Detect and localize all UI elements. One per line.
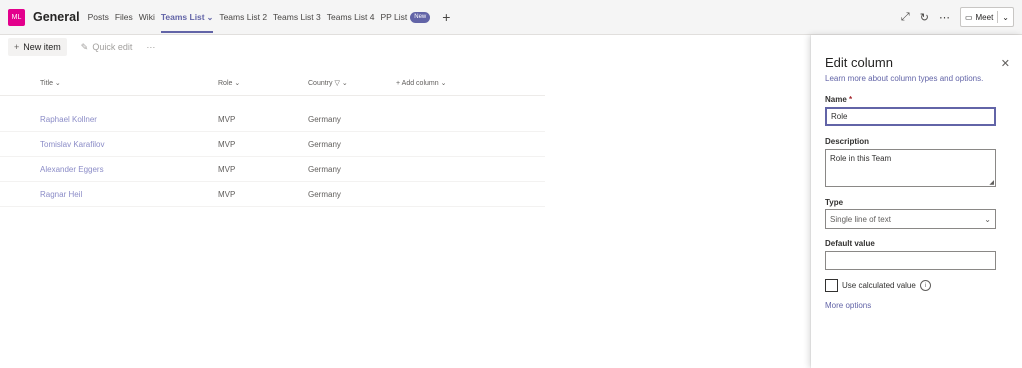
tab-teams-list-label: Teams List xyxy=(160,11,205,22)
edit-column-panel: Edit column ✕ Learn more about column ty… xyxy=(811,35,1022,368)
name-label: Name * xyxy=(825,95,852,104)
expand-icon[interactable]: ⤢ xyxy=(901,11,910,24)
quick-edit-button[interactable]: ✎ Quick edit xyxy=(81,38,133,56)
table-row[interactable]: Tomislav Karafilov MVP Germany xyxy=(0,132,545,157)
resize-handle-icon[interactable]: ◢ xyxy=(989,179,994,186)
type-label: Type xyxy=(825,198,844,207)
default-value-field[interactable] xyxy=(825,251,996,270)
chevron-down-icon[interactable]: ⌄ xyxy=(1002,13,1009,22)
column-header-country[interactable]: Country ▽ ⌄ xyxy=(308,79,348,87)
tab-pp-list[interactable]: PP List New xyxy=(380,0,431,34)
calculated-value-label: Use calculated value i xyxy=(842,280,931,291)
column-header-role[interactable]: Role ⌄ xyxy=(218,79,240,87)
add-column-label: + Add column xyxy=(396,80,439,87)
column-title-label: Title xyxy=(40,80,53,87)
chevron-down-icon: ⌄ xyxy=(440,80,447,87)
chevron-down-icon[interactable]: ⌄ xyxy=(207,13,214,22)
quick-edit-label: Quick edit xyxy=(92,42,133,52)
type-select[interactable]: Single line of text ⌄ xyxy=(825,209,996,229)
tab-teams-list-2[interactable]: Teams List 2 xyxy=(219,0,267,34)
command-bar: + New item ✎ Quick edit ⋯ xyxy=(0,35,810,59)
column-country-label: Country xyxy=(308,80,333,87)
cell-title[interactable]: Raphael Kollner xyxy=(40,115,97,124)
tab-teams-list-3[interactable]: Teams List 3 xyxy=(273,0,321,34)
chevron-down-icon: ⌄ xyxy=(984,214,991,224)
cell-country: Germany xyxy=(308,115,341,124)
cell-country: Germany xyxy=(308,140,341,149)
refresh-icon[interactable]: ↻ xyxy=(920,11,929,24)
name-field[interactable] xyxy=(825,107,996,126)
description-label: Description xyxy=(825,137,870,146)
cell-title[interactable]: Alexander Eggers xyxy=(40,165,104,174)
type-value: Single line of text xyxy=(830,214,891,224)
chevron-down-icon: ⌄ xyxy=(54,80,61,87)
new-item-label: New item xyxy=(23,42,61,52)
meet-button[interactable]: ▭ Meet ⌄ xyxy=(959,7,1014,27)
meet-divider xyxy=(997,11,999,23)
team-avatar[interactable]: ML xyxy=(8,8,25,26)
cell-title[interactable]: Ragnar Heil xyxy=(40,190,82,199)
cell-country: Germany xyxy=(308,190,341,199)
more-icon[interactable]: ⋯ xyxy=(939,11,950,24)
tab-files[interactable]: Files xyxy=(115,0,133,34)
cell-role: MVP xyxy=(218,165,236,174)
grid-header: Title ⌄ Role ⌄ Country ▽ ⌄ + Add column … xyxy=(0,73,545,96)
description-value: Role in this Team xyxy=(830,154,892,163)
new-item-button[interactable]: + New item xyxy=(8,38,67,56)
cell-country: Germany xyxy=(308,165,341,174)
tab-wiki[interactable]: Wiki xyxy=(139,0,155,34)
name-label-text: Name xyxy=(825,95,847,104)
add-column-button[interactable]: + Add column ⌄ xyxy=(396,79,446,87)
calculated-value-text: Use calculated value xyxy=(842,281,916,290)
more-options-link[interactable]: More options xyxy=(825,301,871,310)
table-row[interactable]: Alexander Eggers MVP Germany xyxy=(0,157,545,182)
list-view: + New item ✎ Quick edit ⋯ Title ⌄ Role ⌄… xyxy=(0,35,810,368)
chevron-down-icon: ⌄ xyxy=(341,80,348,87)
cell-title[interactable]: Tomislav Karafilov xyxy=(40,140,104,149)
tab-pp-list-label: PP List xyxy=(380,12,408,22)
column-header-title[interactable]: Title ⌄ xyxy=(40,79,61,87)
new-badge: New xyxy=(410,12,431,24)
cell-role: MVP xyxy=(218,115,236,124)
plus-icon: + xyxy=(14,42,20,52)
tab-teams-list-4[interactable]: Teams List 4 xyxy=(327,0,375,34)
channel-name: General xyxy=(33,10,80,24)
close-icon[interactable]: ✕ xyxy=(1001,57,1010,70)
tab-posts[interactable]: Posts xyxy=(88,0,109,34)
description-field[interactable]: Role in this Team ◢ xyxy=(825,149,996,187)
header-actions: ⤢ ↻ ⋯ ▭ Meet ⌄ xyxy=(901,7,1014,27)
chevron-down-icon: ⌄ xyxy=(234,80,241,87)
pencil-icon: ✎ xyxy=(80,41,89,52)
column-role-label: Role xyxy=(218,80,233,87)
cell-role: MVP xyxy=(218,140,236,149)
info-icon[interactable]: i xyxy=(919,280,931,291)
required-marker: * xyxy=(849,95,853,104)
table-row[interactable]: Raphael Kollner MVP Germany xyxy=(0,107,545,132)
panel-title: Edit column xyxy=(825,55,893,70)
learn-more-link[interactable]: Learn more about column types and option… xyxy=(825,74,983,83)
meet-label: Meet xyxy=(975,12,994,22)
calculated-value-checkbox[interactable] xyxy=(825,279,838,292)
channel-header: ML General Posts Files Wiki Teams List ⌄ … xyxy=(0,0,1022,35)
table-row[interactable]: Ragnar Heil MVP Germany xyxy=(0,182,545,207)
video-icon: ▭ xyxy=(964,12,973,22)
filter-icon: ▽ xyxy=(334,80,340,87)
more-commands-button[interactable]: ⋯ xyxy=(146,38,155,56)
default-value-label: Default value xyxy=(825,239,875,248)
add-tab-icon[interactable]: + xyxy=(442,9,450,25)
tab-teams-list[interactable]: Teams List ⌄ xyxy=(160,0,214,35)
cell-role: MVP xyxy=(218,190,236,199)
